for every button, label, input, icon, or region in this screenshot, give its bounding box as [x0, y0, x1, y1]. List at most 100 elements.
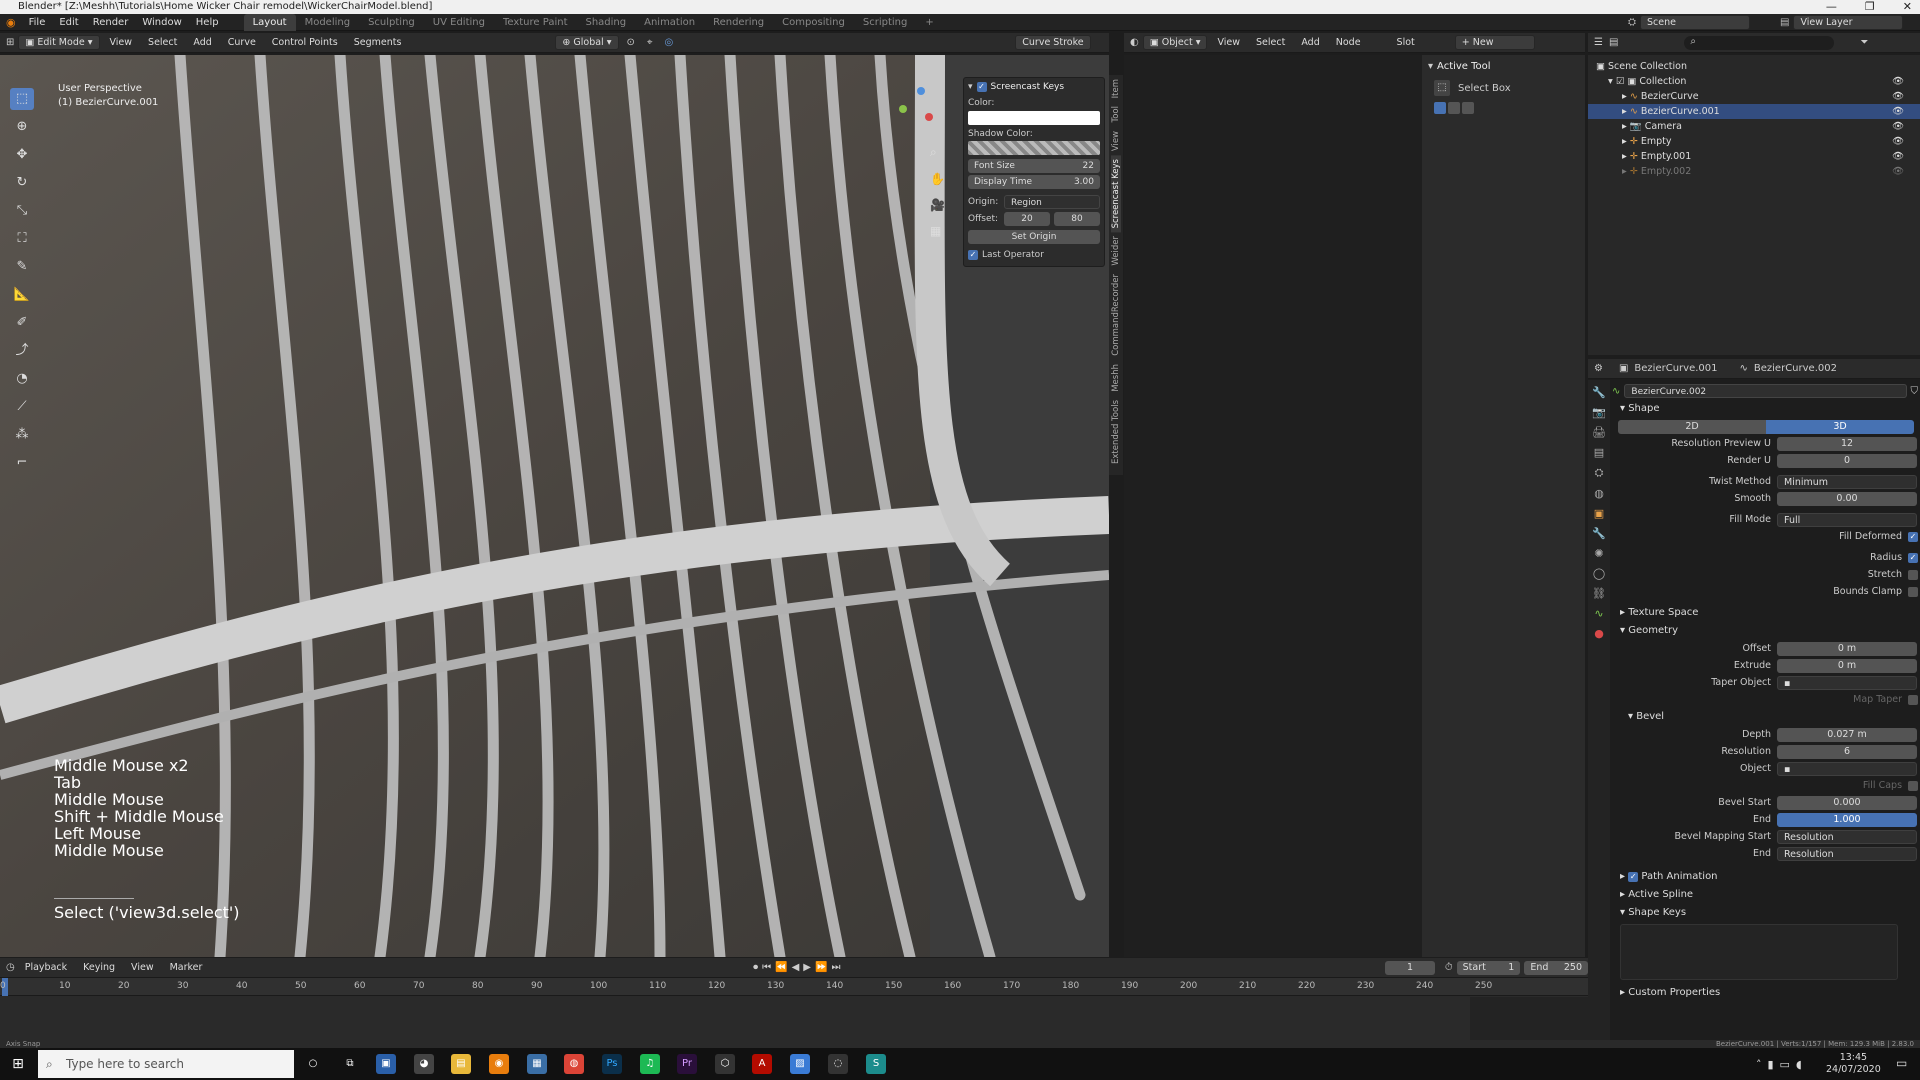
bevel-start-field[interactable]: 0.000 [1777, 795, 1917, 810]
jump-end-icon[interactable]: ⏭ [831, 962, 840, 973]
outliner-row[interactable]: ▸ ∿ BezierCurve.001 👁 [1588, 104, 1920, 119]
proportional-edit-icon[interactable]: ◎ [661, 37, 678, 48]
timeline-menu-marker[interactable]: Marker [164, 960, 209, 975]
vp-menu-view[interactable]: View [104, 35, 139, 50]
curve-data-tab-icon[interactable]: ∿ [1594, 607, 1603, 620]
acrobat-icon[interactable]: A [752, 1054, 772, 1074]
end-frame-field[interactable]: End 250 [1524, 960, 1588, 975]
vp-menu-select[interactable]: Select [142, 35, 183, 50]
outliner-row[interactable]: ▸ ✛ Empty.002 👁 [1588, 164, 1920, 179]
transform-tool-icon[interactable]: ⛶ [10, 228, 34, 250]
bounds-clamp-checkbox[interactable] [1908, 586, 1918, 597]
timeline-menu-keying[interactable]: Keying [77, 960, 121, 975]
timeline-menu-playback[interactable]: Playback [19, 960, 73, 975]
editor-type-icon[interactable]: ⊞ [6, 37, 14, 48]
visibility-eye-icon[interactable]: 👁 [1892, 149, 1904, 164]
start-frame-field[interactable]: Start 1 [1456, 960, 1521, 975]
record-icon[interactable]: ⏺ [753, 962, 758, 973]
radius-checkbox[interactable]: ✓ [1908, 552, 1918, 563]
last-operator-checkbox[interactable]: ✓ [968, 250, 978, 260]
geometry-panel-header[interactable]: ▾ Geometry [1612, 622, 1918, 640]
scene-collection-row[interactable]: ▣ Scene Collection [1588, 59, 1920, 74]
modifier-tab-icon[interactable]: 🔧 [1592, 527, 1606, 540]
workspace-tab-uv-editing[interactable]: UV Editing [424, 14, 494, 31]
workspace-tab-layout[interactable]: Layout [243, 13, 296, 31]
extrude-field[interactable]: 0 m [1777, 658, 1917, 673]
shadow-color-swatch[interactable] [968, 141, 1100, 155]
bevel-object-field[interactable]: ▪ [1777, 761, 1917, 776]
active-spline-panel-header[interactable]: ▸ Active Spline [1612, 886, 1918, 904]
workspace-tab-rendering[interactable]: Rendering [704, 14, 773, 31]
menu-edit[interactable]: Edit [52, 14, 85, 31]
maximize-button[interactable]: ❐ [1865, 0, 1875, 14]
bevel-panel-header[interactable]: ▾ Bevel [1612, 708, 1918, 726]
randomize-tool-icon[interactable]: ⁂ [10, 424, 34, 446]
app-icon-2[interactable]: ◕ [414, 1054, 434, 1074]
shape-panel-header[interactable]: ▾ Shape [1612, 400, 1918, 418]
rotate-tool-icon[interactable]: ↻ [10, 172, 34, 194]
photoshop-icon[interactable]: Ps [602, 1054, 622, 1074]
ortho-grid-icon[interactable]: ▦ [930, 224, 945, 238]
fake-user-icon[interactable]: ⛉ [1911, 386, 1919, 397]
extrude-tool-icon[interactable]: ⤴ [10, 340, 34, 362]
workspace-tab-animation[interactable]: Animation [635, 14, 704, 31]
render-u-field[interactable]: 0 [1777, 453, 1917, 468]
play-icon[interactable]: ▶ [803, 962, 811, 973]
outliner-row[interactable]: ▸ 📷 Camera 👁 [1588, 119, 1920, 134]
dimensions-3d-button[interactable]: 3D [1766, 419, 1914, 434]
resolution-preview-field[interactable]: 12 [1777, 436, 1917, 451]
visibility-eye-icon[interactable]: 👁 [1892, 134, 1904, 149]
workspace-tab-texture-paint[interactable]: Texture Paint [494, 14, 577, 31]
next-key-icon[interactable]: ⏩ [815, 962, 827, 973]
workspace-tab-scripting[interactable]: Scripting [854, 14, 916, 31]
task-view-icon[interactable]: ⧉ [340, 1054, 360, 1074]
path-animation-panel-header[interactable]: ▸ ✓ Path Animation [1612, 868, 1918, 886]
curve-pen-tool-icon[interactable]: ⌐ [10, 452, 34, 474]
tab-view[interactable]: View [1111, 127, 1121, 155]
gizmo-z-dot[interactable] [917, 87, 925, 95]
jump-start-icon[interactable]: ⏮ [762, 962, 771, 973]
navigation-gizmo[interactable] [895, 85, 939, 129]
timeline-menu-view[interactable]: View [125, 960, 160, 975]
camera-view-icon[interactable]: 🎥 [930, 198, 945, 212]
collection-checkbox-icon[interactable]: ☑ [1616, 76, 1625, 87]
taskbar-clock[interactable]: 13:45 24/07/2020 [1826, 1052, 1881, 1076]
fill-deformed-checkbox[interactable]: ✓ [1908, 531, 1918, 542]
bevel-depth-field[interactable]: 0.027 m [1777, 727, 1917, 742]
pan-hand-icon[interactable]: ✋ [930, 172, 945, 186]
tab-screencast-keys[interactable]: Screencast Keys [1111, 155, 1121, 233]
node-menu-node[interactable]: Node [1330, 35, 1367, 50]
map-taper-checkbox[interactable] [1908, 694, 1918, 705]
visibility-eye-icon[interactable]: 👁 [1892, 119, 1904, 134]
vp-menu-control-points[interactable]: Control Points [266, 35, 344, 50]
tab-tool[interactable]: Tool [1111, 102, 1121, 127]
current-frame-field[interactable]: 1 [1385, 960, 1435, 975]
texture-space-panel-header[interactable]: ▸ Texture Space [1612, 604, 1918, 622]
select-box-tool-icon[interactable]: ⬚ [10, 88, 34, 110]
output-tab-icon[interactable]: 🖨 [1592, 426, 1606, 439]
expand-icon[interactable]: ▸ [1622, 121, 1627, 132]
tab-weider[interactable]: Weider [1111, 232, 1121, 270]
node-editor-type-icon[interactable]: ◐ [1130, 37, 1139, 48]
node-menu-view[interactable]: View [1211, 35, 1246, 50]
gizmo-y-dot[interactable] [899, 105, 907, 113]
select-mode-new-icon[interactable] [1434, 102, 1446, 114]
blender-taskbar-icon[interactable]: ◉ [489, 1054, 509, 1074]
vp-menu-add[interactable]: Add [187, 35, 217, 50]
menu-render[interactable]: Render [86, 14, 136, 31]
offset-x-field[interactable]: 20 [1004, 212, 1050, 226]
node-editor-canvas[interactable] [1124, 55, 1422, 957]
app-icon-3[interactable]: ⬡ [715, 1054, 735, 1074]
path-animation-checkbox[interactable]: ✓ [1628, 872, 1639, 882]
annotate-tool-icon[interactable]: ✎ [10, 256, 34, 278]
breadcrumb-data[interactable]: BezierCurve.002 [1754, 363, 1837, 374]
outliner-search-input[interactable]: ⌕ [1684, 35, 1835, 50]
world-tab-icon[interactable]: ◍ [1594, 487, 1604, 500]
new-material-button[interactable]: + New [1454, 35, 1535, 50]
mode-selector[interactable]: ▣ Edit Mode ▾ [18, 35, 100, 50]
timeline[interactable]: ◷ Playback Keying View Marker ⏺ ⏮ ⏪ ◀ ▶ … [0, 958, 1588, 1040]
expand-icon[interactable]: ▸ [1622, 166, 1627, 177]
play-reverse-icon[interactable]: ◀ [792, 962, 800, 973]
transform-orientation-dropdown[interactable]: ⊕ Global ▾ [555, 35, 619, 50]
vp-menu-segments[interactable]: Segments [348, 35, 408, 50]
